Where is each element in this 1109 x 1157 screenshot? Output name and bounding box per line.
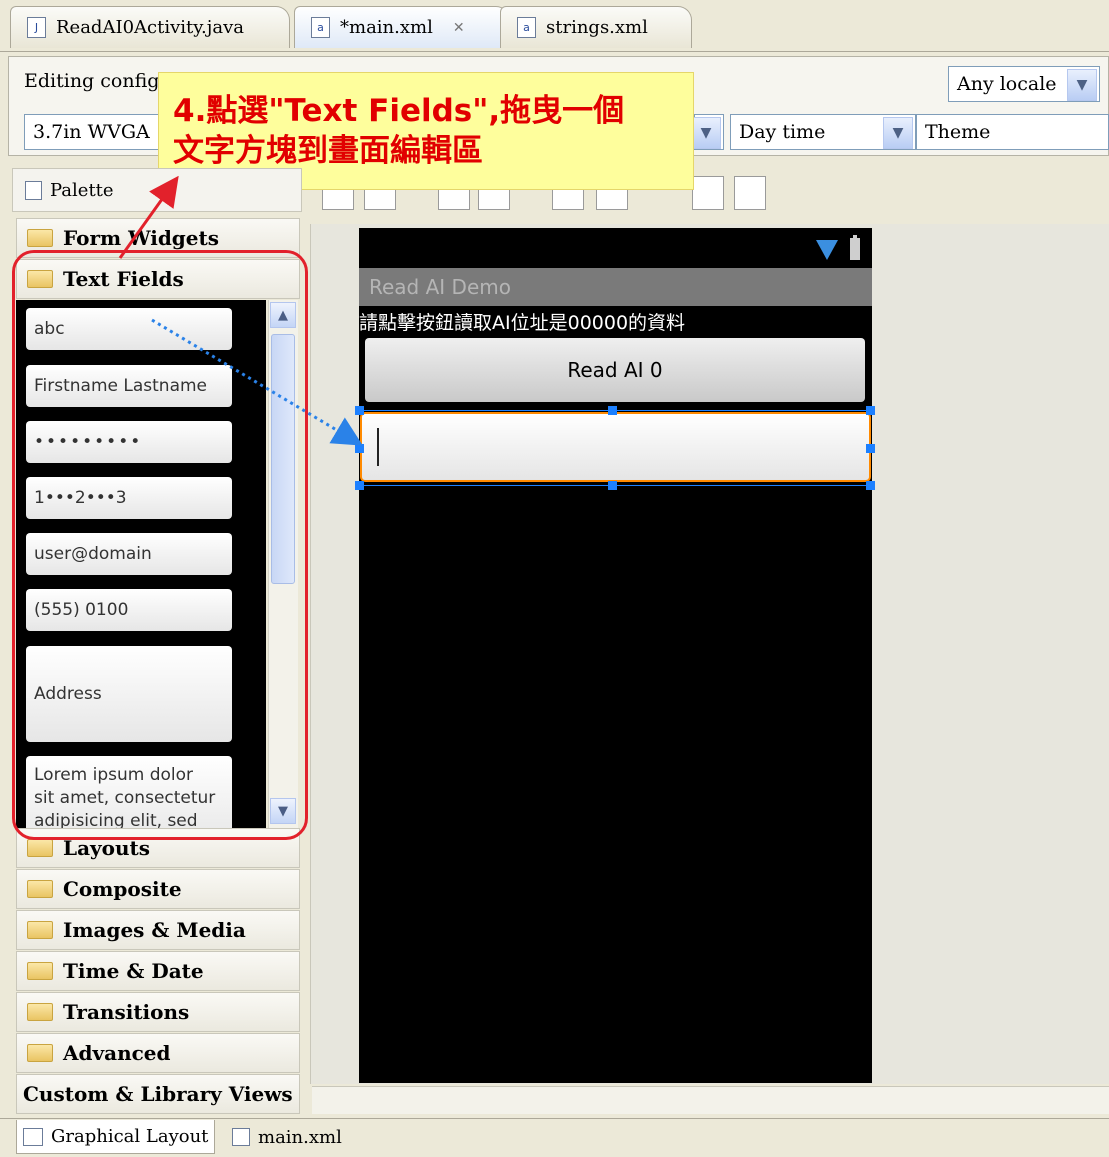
resize-handle[interactable] xyxy=(355,481,364,490)
device-select-value: 3.7in WVGA xyxy=(33,121,150,143)
category-label: Time & Date xyxy=(63,959,204,983)
folder-icon xyxy=(27,1044,53,1062)
palette-title: Palette xyxy=(50,179,114,201)
app-title-bar: Read AI Demo xyxy=(359,268,872,306)
close-icon[interactable]: ✕ xyxy=(453,20,465,36)
palette-category-transitions[interactable]: Transitions xyxy=(16,992,300,1032)
text-caret xyxy=(377,428,379,466)
resize-handle[interactable] xyxy=(866,481,875,490)
xml-source-icon xyxy=(232,1128,250,1146)
resize-handle[interactable] xyxy=(608,406,617,415)
locale-select[interactable]: Any locale ▼ xyxy=(948,66,1100,102)
layout-toolbar-button[interactable] xyxy=(692,176,724,210)
chevron-down-icon: ▼ xyxy=(1067,69,1097,101)
palette-category-composite[interactable]: Composite xyxy=(16,869,300,909)
theme-select-value: Theme xyxy=(925,121,991,143)
category-label: Custom & Library Views xyxy=(23,1082,293,1106)
folder-icon xyxy=(27,1003,53,1021)
tab-label: ReadAI0Activity.java xyxy=(56,17,244,38)
time-select[interactable]: Day time ▼ xyxy=(730,114,916,150)
locale-select-value: Any locale xyxy=(957,73,1057,95)
resize-handle[interactable] xyxy=(866,406,875,415)
read-ai-button[interactable]: Read AI 0 xyxy=(365,338,865,402)
resize-handle[interactable] xyxy=(355,406,364,415)
status-bar-icons xyxy=(814,234,870,264)
category-label: Transitions xyxy=(63,1000,190,1024)
chevron-down-icon: ▼ xyxy=(883,117,913,149)
device-select[interactable]: 3.7in WVGA xyxy=(24,114,160,150)
folder-icon xyxy=(27,839,53,857)
palette-header[interactable]: Palette xyxy=(12,168,302,212)
layout-icon xyxy=(23,1127,43,1146)
config-dropdown[interactable]: ▼ xyxy=(691,114,724,150)
canvas-horizontal-scrollbar[interactable] xyxy=(312,1086,1109,1114)
theme-select[interactable]: Theme xyxy=(916,114,1109,150)
category-label: Images & Media xyxy=(63,918,246,942)
folder-icon xyxy=(27,880,53,898)
tab-label: strings.xml xyxy=(546,17,648,38)
palette-category-advanced[interactable]: Advanced xyxy=(16,1033,300,1073)
palette-category-time-date[interactable]: Time & Date xyxy=(16,951,300,991)
category-label: Form Widgets xyxy=(63,226,220,250)
tab-readai0activity-java[interactable]: J ReadAI0Activity.java xyxy=(10,6,290,48)
wifi-battery-icon xyxy=(816,235,860,260)
palette-icon xyxy=(25,180,42,200)
palette-category-custom-library-views[interactable]: Custom & Library Views xyxy=(16,1074,300,1114)
tab-graphical-layout[interactable]: Graphical Layout xyxy=(16,1120,216,1154)
category-label: Composite xyxy=(63,877,182,901)
tab-main-xml[interactable]: a *main.xml ✕ xyxy=(294,6,510,48)
xml-file-icon: a xyxy=(517,17,536,38)
xml-file-icon: a xyxy=(311,17,330,38)
java-file-icon: J xyxy=(27,17,46,38)
resize-handle[interactable] xyxy=(355,444,364,453)
edit-text-field[interactable] xyxy=(360,412,871,482)
tab-label: main.xml xyxy=(258,1126,342,1148)
category-label: Advanced xyxy=(63,1041,171,1065)
tab-strings-xml[interactable]: a strings.xml xyxy=(500,6,692,48)
chevron-down-icon: ▼ xyxy=(691,117,721,149)
resize-handle[interactable] xyxy=(866,444,875,453)
time-select-value: Day time xyxy=(739,121,826,143)
editing-config-label: Editing config: xyxy=(24,70,166,92)
prompt-text[interactable]: 請點擊按鈕讀取AI位址是00000的資料 xyxy=(359,308,872,336)
folder-icon xyxy=(27,229,53,247)
highlight-ring xyxy=(12,250,308,840)
tab-label: *main.xml xyxy=(340,17,433,38)
layout-toolbar-button[interactable] xyxy=(734,176,766,210)
folder-icon xyxy=(27,962,53,980)
palette-category-images-media[interactable]: Images & Media xyxy=(16,910,300,950)
folder-icon xyxy=(27,921,53,939)
tab-label: Graphical Layout xyxy=(51,1126,209,1147)
callout-line-1: 4.點選"Text Fields",拖曳一個 xyxy=(173,93,625,129)
tab-bar-divider xyxy=(0,51,1109,52)
callout-line-2: 文字方塊到畫面編輯區 xyxy=(173,133,483,169)
tab-main-xml-source[interactable]: main.xml xyxy=(226,1120,348,1154)
resize-handle[interactable] xyxy=(608,481,617,490)
